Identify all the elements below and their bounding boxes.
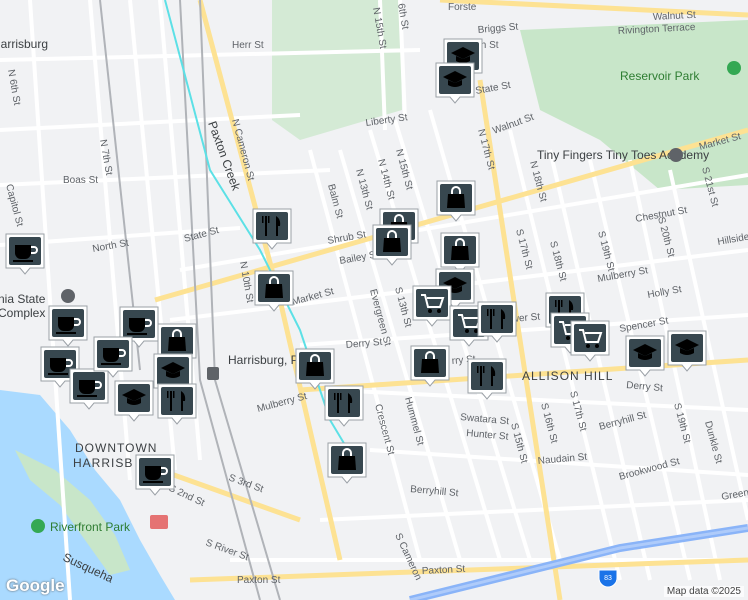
poi-marker-shopping-bag-icon[interactable] bbox=[254, 270, 294, 312]
interstate-83-shield: 83 bbox=[598, 569, 618, 588]
school-pin-icon bbox=[669, 148, 683, 162]
landmark-pin-icon bbox=[61, 289, 75, 303]
poi-marker-education-icon[interactable] bbox=[114, 380, 154, 422]
downtown-label-1: DOWNTOWN bbox=[75, 441, 157, 455]
poi-marker-education-icon[interactable] bbox=[667, 330, 707, 372]
poi-marker-coffee-icon[interactable] bbox=[48, 305, 88, 347]
street-label: Paxton St bbox=[237, 575, 281, 586]
poi-marker-coffee-icon[interactable] bbox=[93, 336, 133, 378]
poi-marker-shopping-bag-icon[interactable] bbox=[410, 345, 450, 387]
street-label: Paxton St bbox=[422, 564, 466, 577]
street-label: Walnut St bbox=[653, 10, 697, 23]
street-label: Boas St bbox=[63, 175, 98, 186]
hospital-icon bbox=[150, 515, 168, 529]
riverfront-park-label: Riverfront Park bbox=[50, 520, 131, 534]
poi-marker-shopping-bag-icon[interactable] bbox=[440, 232, 480, 274]
downtown-label-2: HARRISB bbox=[73, 456, 133, 470]
poi-marker-restaurant-icon[interactable] bbox=[467, 358, 507, 400]
park-pin-icon bbox=[31, 519, 45, 533]
attribution-text: Map data ©2025 bbox=[663, 586, 744, 597]
google-logo: Google bbox=[6, 576, 65, 595]
poi-marker-shopping-bag-icon[interactable] bbox=[372, 224, 412, 266]
poi-marker-shopping-bag-icon[interactable] bbox=[436, 180, 476, 222]
poi-marker-restaurant-icon[interactable] bbox=[157, 383, 197, 425]
state-complex-label-1: nia State bbox=[0, 292, 46, 306]
poi-marker-education-icon[interactable] bbox=[435, 62, 475, 104]
poi-marker-grocery-cart-icon[interactable] bbox=[570, 320, 610, 362]
poi-marker-education-icon[interactable] bbox=[625, 335, 665, 377]
park-pin-icon bbox=[727, 61, 741, 75]
svg-text:83: 83 bbox=[604, 575, 612, 582]
street-label: Herr St bbox=[232, 40, 264, 51]
street-label: Forste bbox=[448, 2, 477, 13]
poi-marker-restaurant-icon[interactable] bbox=[252, 208, 292, 250]
allison-hill-label: ALLISON HILL bbox=[522, 369, 613, 383]
poi-marker-shopping-bag-icon[interactable] bbox=[295, 348, 335, 390]
poi-marker-coffee-icon[interactable] bbox=[5, 233, 45, 275]
poi-marker-restaurant-icon[interactable] bbox=[324, 385, 364, 427]
poi-marker-shopping-bag-icon[interactable] bbox=[327, 442, 367, 484]
poi-marker-restaurant-icon[interactable] bbox=[477, 301, 517, 343]
poi-marker-coffee-icon[interactable] bbox=[135, 454, 175, 496]
poi-marker-grocery-cart-icon[interactable] bbox=[412, 285, 452, 327]
reservoir-park-label: Reservoir Park bbox=[620, 69, 700, 83]
state-complex-label-2: Complex bbox=[0, 306, 45, 320]
poi-marker-coffee-icon[interactable] bbox=[69, 368, 109, 410]
map-canvas[interactable]: 83 Walnut St Rivington Terrace Forste Br… bbox=[0, 0, 748, 600]
tiny-fingers-label: Tiny Fingers Tiny Toes Academy bbox=[537, 148, 709, 162]
city-label: Harrisburg bbox=[0, 37, 48, 51]
train-station-icon bbox=[207, 367, 219, 380]
